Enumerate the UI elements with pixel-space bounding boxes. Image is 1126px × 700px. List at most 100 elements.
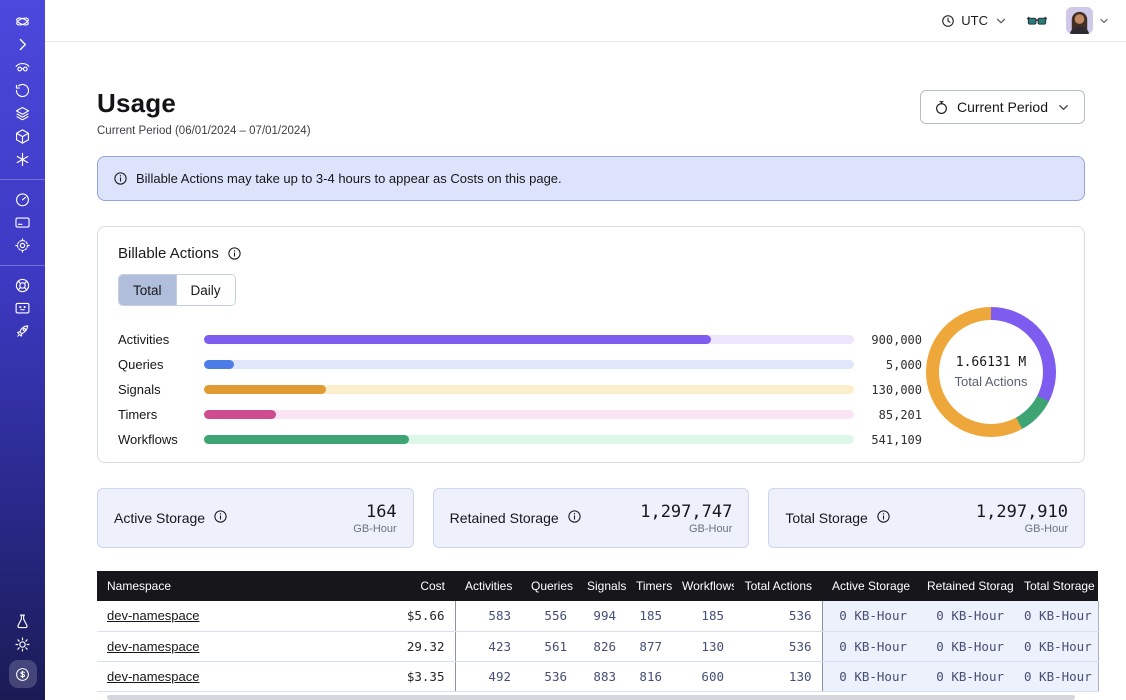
info-banner-text: Billable Actions may take up to 3-4 hour… [136, 171, 562, 186]
table-cell: 0 KB-Hour [917, 661, 1014, 691]
page-title: Usage [97, 88, 311, 119]
info-banner: Billable Actions may take up to 3-4 hour… [97, 156, 1085, 201]
total-daily-tabs: TotalDaily [118, 274, 236, 306]
storage-card-unit: GB-Hour [640, 523, 732, 535]
bar-track [204, 335, 854, 344]
bar-row: Signals 130,000 [118, 377, 923, 402]
asterisk-icon[interactable] [6, 148, 39, 171]
storage-card-value: 164 [353, 502, 396, 522]
namespace-link[interactable]: dev-namespace [107, 669, 200, 684]
bar-fill [204, 435, 409, 444]
table-cell: 561 [521, 631, 577, 661]
table-cell: 816 [626, 661, 672, 691]
info-icon[interactable] [876, 509, 891, 527]
donut-center: 1.66131 M Total Actions [939, 320, 1043, 424]
table-row: dev-namespace$5.665835569941851855360 KB… [97, 601, 1098, 631]
table-cell: 0 KB-Hour [1014, 631, 1098, 661]
credit-card-icon[interactable] [6, 211, 39, 234]
column-header[interactable]: Cost [347, 571, 455, 601]
bar-label: Signals [118, 382, 188, 397]
info-icon[interactable] [227, 246, 242, 261]
billable-actions-bar-chart: Activities900,000Queries5,000Signals130,… [118, 327, 923, 452]
sidebar-divider [0, 265, 45, 266]
column-header[interactable]: Queries [521, 571, 577, 601]
storage-card-label: Retained Storage [450, 509, 582, 527]
namespace-link[interactable]: dev-namespace [107, 608, 200, 623]
cube-icon[interactable] [6, 125, 39, 148]
chevron-right-icon[interactable] [6, 33, 39, 56]
sun-icon[interactable] [6, 633, 39, 656]
column-header[interactable]: Retained Storage [917, 571, 1014, 601]
donut-total-label: Total Actions [955, 374, 1028, 389]
storage-card: Retained Storage 1,297,747GB-Hour [433, 488, 750, 548]
storage-card-value-wrap: 1,297,747GB-Hour [640, 502, 732, 535]
storage-card-value-wrap: 164GB-Hour [353, 502, 396, 535]
bar-track [204, 385, 854, 394]
sidebar [0, 0, 45, 700]
flask-icon[interactable] [6, 610, 39, 633]
info-icon[interactable] [213, 509, 228, 527]
table-row: dev-namespace29.324235618268771305360 KB… [97, 631, 1098, 661]
dollar-coin-icon[interactable] [9, 660, 37, 688]
avatar [1066, 7, 1093, 34]
storage-card-value-wrap: 1,297,910GB-Hour [976, 502, 1068, 535]
bar-label: Workflows [118, 432, 188, 447]
storage-card: Active Storage 164GB-Hour [97, 488, 414, 548]
table-cell: 0 KB-Hour [917, 631, 1014, 661]
column-header[interactable]: Timers [626, 571, 672, 601]
timezone-dropdown[interactable]: UTC [941, 13, 1008, 28]
namespace-link[interactable]: dev-namespace [107, 639, 200, 654]
rocket-icon[interactable] [6, 320, 39, 343]
horizontal-scrollbar[interactable] [107, 695, 1075, 700]
tab-daily[interactable]: Daily [176, 275, 235, 305]
gear-icon[interactable] [6, 234, 39, 257]
table-cell: 556 [521, 601, 577, 631]
table-cell: 130 [734, 661, 822, 691]
storage-card: Total Storage 1,297,910GB-Hour [768, 488, 1085, 548]
bar-fill [204, 360, 234, 369]
bar-label: Timers [118, 407, 188, 422]
period-selector-label: Current Period [957, 99, 1048, 115]
bar-value: 5,000 [860, 358, 922, 372]
column-header[interactable]: Workflows [672, 571, 734, 601]
history-icon[interactable] [6, 79, 39, 102]
bar-track [204, 410, 854, 419]
page-subtitle: Current Period (06/01/2024 – 07/01/2024) [97, 125, 311, 137]
column-header[interactable]: Total Storage [1014, 571, 1098, 601]
table-cell: 0 KB-Hour [822, 601, 917, 631]
total-actions-donut: 1.66131 M Total Actions [926, 307, 1056, 437]
table-cell: 0 KB-Hour [917, 601, 1014, 631]
sidebar-divider [0, 179, 45, 180]
column-header[interactable]: Active Storage [822, 571, 917, 601]
bar-value: 130,000 [860, 383, 922, 397]
chevron-down-icon [1098, 15, 1110, 27]
gauge-icon[interactable] [6, 188, 39, 211]
incognito-icon[interactable] [6, 56, 39, 79]
period-selector-button[interactable]: Current Period [920, 90, 1085, 124]
clock-icon [941, 14, 955, 28]
namespace-usage-table: NamespaceCostActivitiesQueriesSignalsTim… [97, 571, 1099, 692]
column-header[interactable]: Signals [577, 571, 626, 601]
table-cell: 536 [734, 631, 822, 661]
temporal-logo-icon[interactable] [6, 10, 39, 33]
table-cell: dev-namespace [97, 661, 347, 691]
storage-card-label: Total Storage [785, 509, 891, 527]
bar-fill [204, 410, 276, 419]
column-header[interactable]: Namespace [97, 571, 347, 601]
glasses-icon[interactable] [1026, 10, 1048, 32]
storage-card-label: Active Storage [114, 509, 228, 527]
table-cell: 423 [455, 631, 521, 661]
layers-icon[interactable] [6, 102, 39, 125]
table-cell: 185 [626, 601, 672, 631]
usage-page: Usage Current Period (06/01/2024 – 07/01… [45, 42, 1126, 700]
storage-card-unit: GB-Hour [976, 523, 1068, 535]
user-menu[interactable] [1066, 7, 1110, 34]
monitor-icon[interactable] [6, 297, 39, 320]
lifebuoy-icon[interactable] [6, 274, 39, 297]
bar-track [204, 360, 854, 369]
column-header[interactable]: Activities [455, 571, 521, 601]
info-icon[interactable] [567, 509, 582, 527]
storage-card-value: 1,297,747 [640, 502, 732, 522]
tab-total[interactable]: Total [119, 275, 176, 305]
column-header[interactable]: Total Actions [734, 571, 822, 601]
